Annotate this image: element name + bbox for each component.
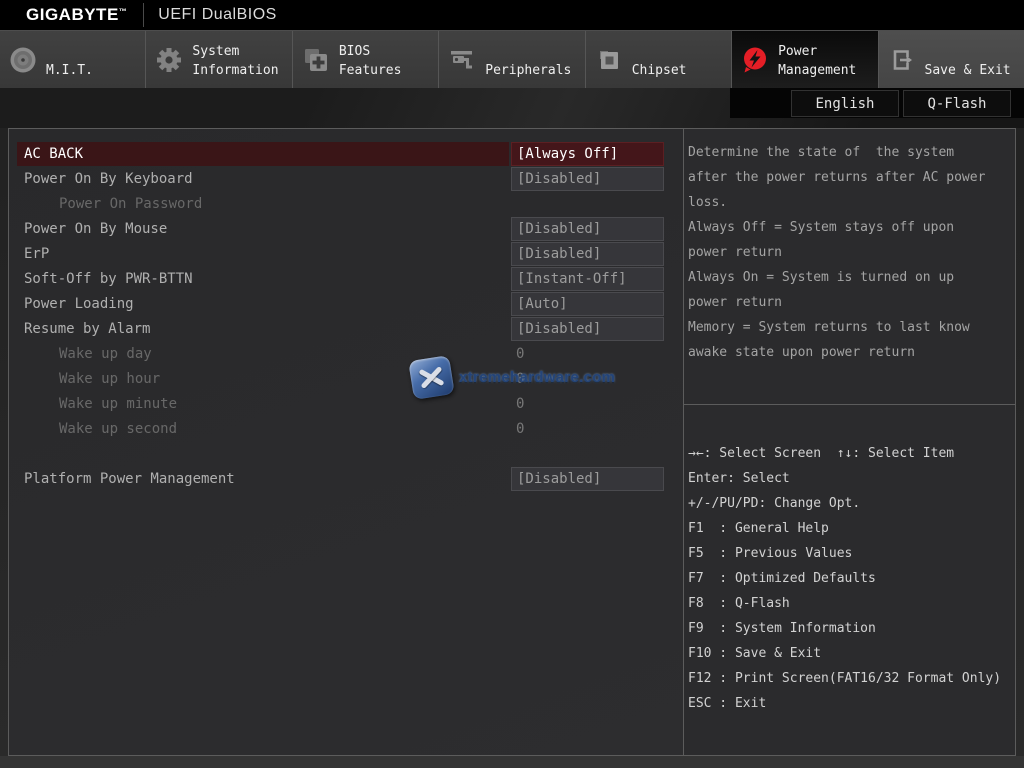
tab-peripherals[interactable]: Peripherals [438, 31, 584, 88]
setting-label: Power On By Mouse [17, 217, 509, 241]
gigabyte-logo: GIGABYTE™ [26, 5, 127, 25]
setting-value[interactable]: [Instant-Off] [511, 267, 664, 291]
key-legend-line: F1 : General Help [688, 516, 1013, 541]
title-bar: GIGABYTE™ UEFI DualBIOS [0, 0, 1024, 30]
mit-dial-icon [9, 46, 37, 74]
setting-row-resume-by-alarm[interactable]: Resume by Alarm [Disabled] [9, 317, 683, 342]
setting-row-soft-off[interactable]: Soft-Off by PWR-BTTN [Instant-Off] [9, 267, 683, 292]
language-button[interactable]: English [791, 90, 899, 117]
tab-bar: M.I.T. System Information [0, 30, 1024, 88]
tab-save-exit[interactable]: Save & Exit [878, 31, 1024, 88]
power-bolt-icon [741, 46, 769, 74]
save-exit-icon [888, 46, 916, 74]
setting-row-power-on-keyboard[interactable]: Power On By Keyboard [Disabled] [9, 167, 683, 192]
key-legend-line: F9 : System Information [688, 616, 1013, 641]
setting-value[interactable]: [Always Off] [511, 142, 664, 166]
key-legend-line: F8 : Q-Flash [688, 591, 1013, 616]
setting-value[interactable]: [Disabled] [511, 167, 664, 191]
key-legend-line: ESC : Exit [688, 691, 1013, 716]
setting-label: Resume by Alarm [17, 317, 509, 341]
setting-label: Platform Power Management [17, 467, 509, 491]
trademark-symbol: ™ [119, 7, 128, 16]
setting-row-power-on-password: Power On Password [9, 192, 683, 217]
settings-panel: AC BACK [Always Off] Power On By Keyboar… [8, 128, 684, 756]
key-legend-line: F12 : Print Screen(FAT16/32 Format Only) [688, 666, 1013, 691]
help-line: Always On = System is turned on up [688, 265, 1013, 290]
sub-bar: English Q-Flash [0, 88, 1024, 128]
content-area: AC BACK [Always Off] Power On By Keyboar… [8, 128, 1016, 756]
qflash-button[interactable]: Q-Flash [903, 90, 1011, 117]
setting-label: AC BACK [17, 142, 509, 166]
watermark-text: xtremehardware.com [459, 369, 615, 386]
setting-value[interactable]: [Disabled] [511, 467, 664, 491]
bios-screen: GIGABYTE™ UEFI DualBIOS M.I.T. [0, 0, 1024, 768]
setting-row-platform-power-management[interactable]: Platform Power Management [Disabled] [9, 467, 683, 492]
help-line: Determine the state of the system [688, 140, 1013, 165]
tab-label: Management [778, 61, 856, 80]
setting-row-erp[interactable]: ErP [Disabled] [9, 242, 683, 267]
tab-label: Save & Exit [925, 61, 1011, 80]
tab-label: BIOS [339, 42, 402, 61]
bios-title: UEFI DualBIOS [158, 6, 277, 24]
xtremehardware-logo-icon [408, 355, 455, 400]
setting-value: 0 [516, 417, 524, 442]
setting-value[interactable]: [Disabled] [511, 242, 664, 266]
bottom-strip [0, 756, 1024, 768]
setting-label: Power On Password [17, 192, 509, 216]
help-line: awake state upon power return [688, 340, 1013, 365]
tab-label: Features [339, 61, 402, 80]
setting-value[interactable]: [Disabled] [511, 317, 664, 341]
peripherals-plug-icon [448, 46, 476, 74]
setting-value[interactable]: [Auto] [511, 292, 664, 316]
setting-value[interactable]: [Disabled] [511, 217, 664, 241]
help-line: loss. [688, 190, 1013, 215]
key-legend-line: Enter: Select [688, 466, 1013, 491]
setting-label: Soft-Off by PWR-BTTN [17, 267, 509, 291]
setting-row-power-loading[interactable]: Power Loading [Auto] [9, 292, 683, 317]
key-legend-line: F10 : Save & Exit [688, 641, 1013, 666]
row-spacer [9, 442, 683, 467]
setting-row-power-on-mouse[interactable]: Power On By Mouse [Disabled] [9, 217, 683, 242]
setting-label: Power Loading [17, 292, 509, 316]
setting-row-ac-back[interactable]: AC BACK [Always Off] [9, 142, 683, 167]
tab-bios-features[interactable]: BIOS Features [292, 31, 438, 88]
key-legend-line: F5 : Previous Values [688, 541, 1013, 566]
tab-label: Information [192, 61, 278, 80]
tab-label: System [192, 42, 278, 61]
help-line: power return [688, 290, 1013, 315]
setting-label: Wake up second [17, 417, 509, 441]
item-help-text: Determine the state of the system after … [684, 129, 1015, 405]
key-legend-line: F7 : Optimized Defaults [688, 566, 1013, 591]
tab-power-management[interactable]: Power Management [731, 31, 877, 88]
setting-label: ErP [17, 242, 509, 266]
help-line: Always Off = System stays off upon [688, 215, 1013, 240]
watermark: xtremehardware.com [411, 358, 615, 397]
tab-system-information[interactable]: System Information [145, 31, 291, 88]
help-line: power return [688, 240, 1013, 265]
key-legend-line: +/-/PU/PD: Change Opt. [688, 491, 1013, 516]
tab-label: Power [778, 42, 856, 61]
key-legend-line: →←: Select Screen ↑↓: Select Item [688, 441, 1013, 466]
titlebar-divider [143, 3, 144, 27]
setting-row-wake-up-second: Wake up second 0 [9, 417, 683, 442]
setting-label: Power On By Keyboard [17, 167, 509, 191]
chipset-icon [595, 46, 623, 74]
help-line: after the power returns after AC power [688, 165, 1013, 190]
tab-mit[interactable]: M.I.T. [0, 31, 145, 88]
tab-label: Peripherals [485, 61, 571, 80]
tab-chipset[interactable]: Chipset [585, 31, 731, 88]
key-legend: →←: Select Screen ↑↓: Select Item Enter:… [684, 405, 1015, 716]
help-panel: Determine the state of the system after … [684, 128, 1016, 756]
chip-plus-icon [302, 46, 330, 74]
tab-label: M.I.T. [46, 61, 93, 80]
gear-icon [155, 46, 183, 74]
tab-label: Chipset [632, 61, 687, 80]
settings-list: AC BACK [Always Off] Power On By Keyboar… [9, 129, 683, 492]
help-line: Memory = System returns to last know [688, 315, 1013, 340]
